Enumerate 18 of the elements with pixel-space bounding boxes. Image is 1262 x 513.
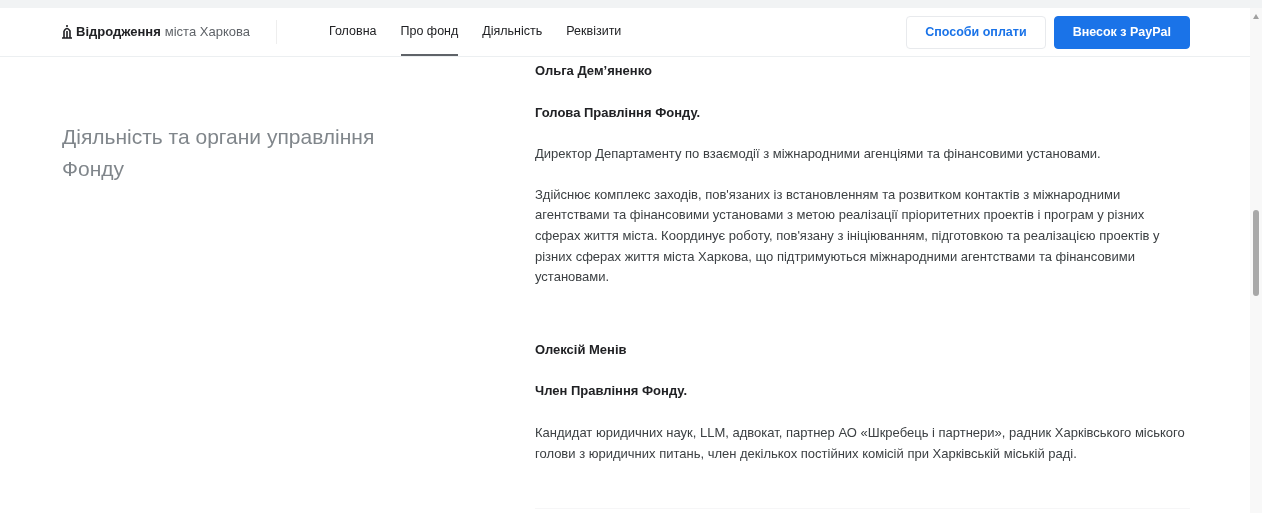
nav-link[interactable]: Головна bbox=[329, 6, 377, 56]
member-role: Член Правління Фонду. bbox=[535, 382, 689, 401]
scrollbar[interactable] bbox=[1250, 8, 1262, 513]
nav-link[interactable]: Про фонд bbox=[400, 6, 459, 56]
member-name: Ольга Дем’яненко bbox=[535, 62, 653, 80]
member-description: Здійснює комплекс заходів, пов'язаних із встановленням та розвитком контактів з міжнародними агентствами та фінансовими установами з метою реалізації пріоритетних проектів і програм у різних сферах життя міста. Координує роботу, пов'язану з ініціюванням, підготовкою та реалізацією проектів у різних сферах життя міста Харкова, що підтримуються міжнародними агентствами та фінансовими установами. bbox=[535, 185, 1161, 287]
logo-subtitle: міста Харкова bbox=[164, 23, 250, 42]
section-title: Діяльність та органи управління Фонду bbox=[62, 124, 376, 182]
member-role: Голова Правління Фонду. bbox=[535, 103, 702, 122]
paypal-button[interactable]: Внесок з PayPal bbox=[1053, 15, 1190, 49]
member-description: Кандидат юридичних наук, LLM, адвокат, партнер АО «Шкребець і партнери», радник Харківського міського голови з юридичних питань, член декількох постійних комісій при Харківській міській раді. bbox=[535, 423, 1186, 463]
logo-text[interactable]: Відродження bbox=[76, 22, 161, 42]
nav-link[interactable]: Діяльність bbox=[482, 6, 543, 56]
payment-methods-button[interactable]: Способи оплати bbox=[906, 15, 1046, 49]
member-description: Директор Департаменту по взаємодії з міжнародними агенціями та фінансовими установами. bbox=[535, 145, 1102, 164]
nav-link[interactable]: Реквізити bbox=[566, 6, 622, 56]
building-icon bbox=[62, 25, 72, 39]
member-name: Олексій Менів bbox=[535, 340, 628, 359]
